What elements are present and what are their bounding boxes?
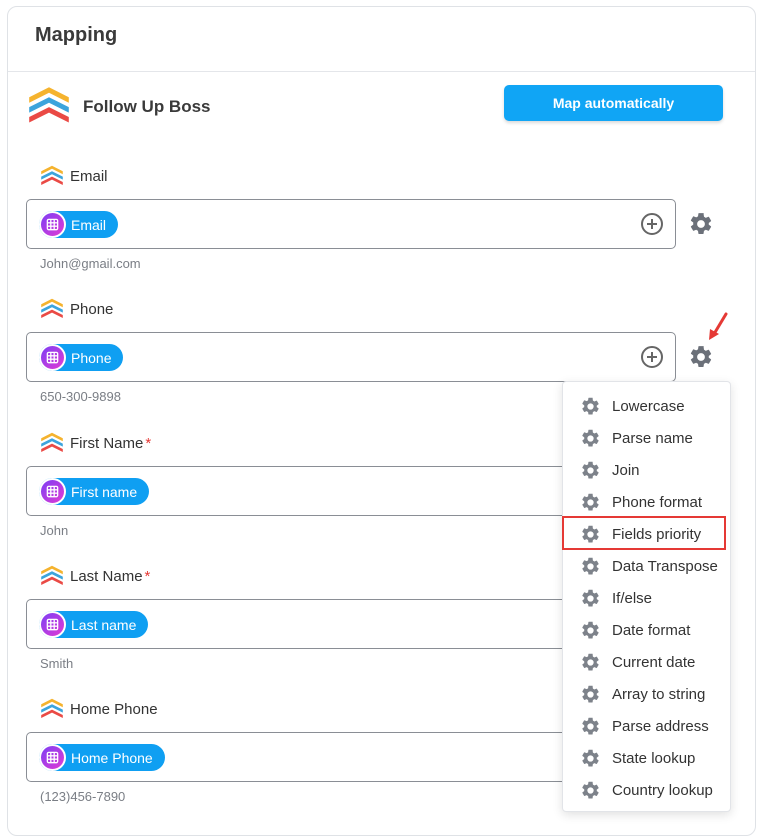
page-title: Mapping bbox=[35, 24, 118, 46]
chip-label: First name bbox=[71, 483, 138, 500]
gear-icon bbox=[580, 780, 601, 801]
mapped-field-chip[interactable]: Home Phone bbox=[39, 744, 165, 771]
field-label-text: Email bbox=[70, 167, 108, 185]
gear-icon bbox=[580, 716, 601, 737]
required-marker: * bbox=[145, 434, 152, 452]
menu-item-label: Parse address bbox=[612, 717, 709, 735]
gear-icon bbox=[580, 492, 601, 513]
grid-icon bbox=[39, 211, 66, 238]
map-automatically-button[interactable]: Map automatically bbox=[504, 85, 723, 121]
grid-icon bbox=[39, 344, 66, 371]
arrow-annotation-icon bbox=[709, 312, 728, 340]
follow-up-boss-logo-icon bbox=[40, 297, 64, 321]
menu-item-label: If/else bbox=[612, 589, 653, 607]
menu-item-label: Date format bbox=[612, 621, 691, 639]
sample-value: Smith bbox=[40, 656, 74, 671]
menu-item-lowercase[interactable]: Lowercase bbox=[563, 390, 732, 422]
sample-value: John bbox=[40, 523, 69, 538]
menu-item-parse-address[interactable]: Parse address bbox=[563, 710, 732, 742]
gear-icon bbox=[580, 460, 601, 481]
card-header: Mapping bbox=[8, 7, 755, 72]
grid-icon bbox=[39, 744, 66, 771]
mapped-field-chip[interactable]: First name bbox=[39, 478, 150, 505]
menu-item-label: Parse name bbox=[612, 429, 693, 447]
add-field-icon[interactable] bbox=[641, 213, 663, 235]
menu-item-phone-format[interactable]: Phone format bbox=[563, 486, 732, 518]
transform-settings-menu: Lowercase Parse name Join Phone format F… bbox=[562, 381, 731, 812]
field-label-text: Home Phone bbox=[70, 700, 158, 718]
menu-item-label: Data Transpose bbox=[612, 557, 718, 575]
follow-up-boss-logo-icon bbox=[40, 697, 64, 721]
mapped-field-chip[interactable]: Email bbox=[39, 211, 119, 238]
menu-item-current-date[interactable]: Current date bbox=[563, 646, 732, 678]
follow-up-boss-logo-icon bbox=[40, 564, 64, 588]
gear-icon bbox=[580, 748, 601, 769]
follow-up-boss-logo-icon bbox=[40, 164, 64, 188]
field-label: Home Phone bbox=[40, 697, 158, 721]
menu-item-label: Array to string bbox=[612, 685, 706, 703]
gear-icon bbox=[580, 588, 601, 609]
menu-item-label: Country lookup bbox=[612, 781, 713, 799]
chip-label: Home Phone bbox=[71, 749, 153, 766]
mapped-field-chip[interactable]: Phone bbox=[39, 344, 124, 371]
gear-icon bbox=[580, 396, 601, 417]
menu-item-parse-name[interactable]: Parse name bbox=[563, 422, 732, 454]
sample-value: 650-300-9898 bbox=[40, 389, 121, 404]
field-label-text: First Name bbox=[70, 434, 144, 452]
menu-item-data-transpose[interactable]: Data Transpose bbox=[563, 550, 732, 582]
sample-value: (123)456-7890 bbox=[40, 789, 126, 804]
gear-icon bbox=[580, 524, 601, 545]
add-field-icon[interactable] bbox=[641, 346, 663, 368]
menu-item-label: Current date bbox=[612, 653, 696, 671]
chip-label: Phone bbox=[71, 349, 112, 366]
gear-icon bbox=[580, 556, 601, 577]
menu-item-join[interactable]: Join bbox=[563, 454, 732, 486]
grid-icon bbox=[39, 478, 66, 505]
field-label: First Name * bbox=[40, 431, 151, 455]
gear-icon bbox=[580, 684, 601, 705]
app-name: Follow Up Boss bbox=[83, 97, 211, 116]
gear-icon bbox=[580, 428, 601, 449]
gear-icon bbox=[580, 652, 601, 673]
grid-icon bbox=[39, 611, 66, 638]
menu-item-label: Fields priority bbox=[612, 525, 702, 543]
menu-item-if-else[interactable]: If/else bbox=[563, 582, 732, 614]
field-label: Email bbox=[40, 164, 108, 188]
menu-item-country-lookup[interactable]: Country lookup bbox=[563, 774, 732, 806]
field-label: Last Name * bbox=[40, 564, 150, 588]
field-label: Phone bbox=[40, 297, 113, 321]
menu-item-label: Join bbox=[612, 461, 640, 479]
menu-item-label: Lowercase bbox=[612, 397, 685, 415]
menu-item-array-to-string[interactable]: Array to string bbox=[563, 678, 732, 710]
mapped-field-chip[interactable]: Last name bbox=[39, 611, 149, 638]
menu-item-state-lookup[interactable]: State lookup bbox=[563, 742, 732, 774]
required-marker: * bbox=[144, 567, 151, 585]
follow-up-boss-logo-icon bbox=[27, 84, 71, 128]
mapping-input[interactable]: Email bbox=[26, 199, 676, 249]
field-label-text: Last Name bbox=[70, 567, 143, 585]
menu-item-label: Phone format bbox=[612, 493, 703, 511]
menu-item-date-format[interactable]: Date format bbox=[563, 614, 732, 646]
menu-item-fields-priority[interactable]: Fields priority bbox=[563, 518, 732, 550]
field-label-text: Phone bbox=[70, 300, 114, 318]
gear-icon[interactable] bbox=[688, 211, 714, 237]
mapping-input[interactable]: Phone bbox=[26, 332, 676, 382]
follow-up-boss-logo-icon bbox=[40, 431, 64, 455]
gear-icon[interactable] bbox=[688, 344, 714, 370]
chip-label: Last name bbox=[71, 616, 137, 633]
app-header: Follow Up Boss Map automatically bbox=[27, 84, 727, 128]
chip-label: Email bbox=[71, 216, 107, 233]
gear-icon bbox=[580, 620, 601, 641]
sample-value: John@gmail.com bbox=[40, 256, 141, 271]
menu-item-label: State lookup bbox=[612, 749, 696, 767]
